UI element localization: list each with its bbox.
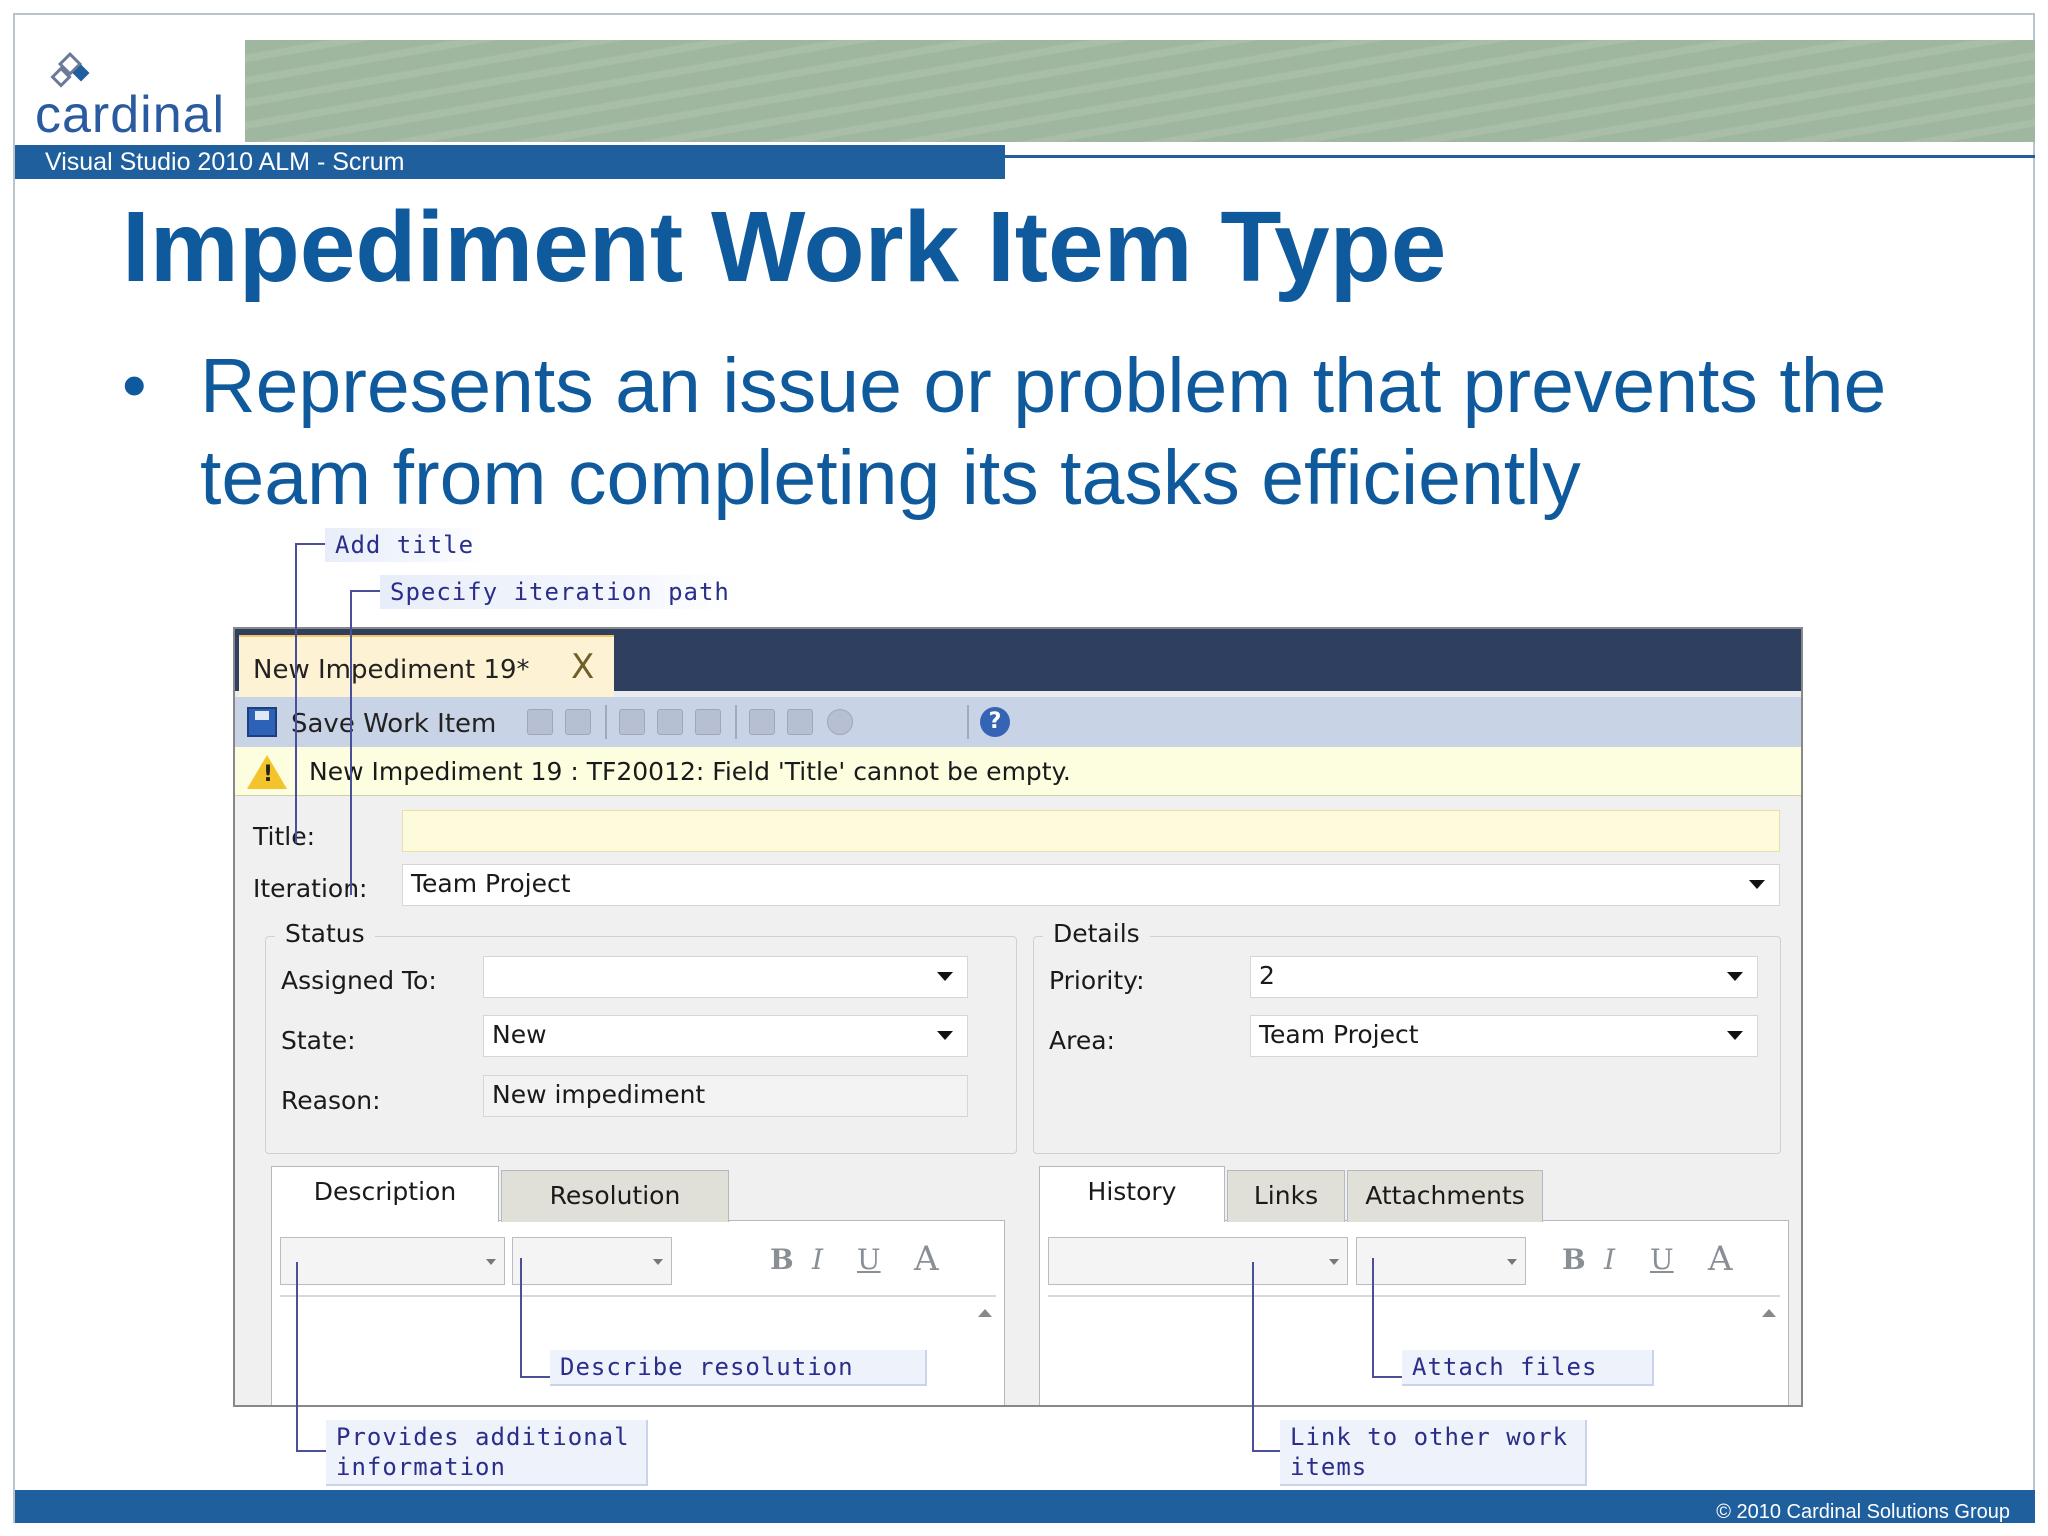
underline-button[interactable]: U: [857, 1243, 881, 1276]
state-label: State:: [281, 1026, 356, 1055]
editor-divider: [1048, 1295, 1780, 1297]
callout-describe-resolution: Describe resolution: [550, 1350, 927, 1386]
bold-button[interactable]: B: [770, 1243, 794, 1276]
state-select[interactable]: New: [483, 1015, 968, 1057]
toolbar-separator: [967, 705, 969, 739]
italic-button[interactable]: I: [1604, 1243, 1615, 1276]
chevron-down-icon: [937, 972, 953, 981]
font-size-combo[interactable]: [512, 1237, 672, 1285]
reason-label: Reason:: [281, 1086, 381, 1115]
editor-divider: [280, 1295, 996, 1297]
warning-bar: ! New Impediment 19 : TF20012: Field 'Ti…: [235, 747, 1801, 796]
area-value: Team Project: [1259, 1020, 1419, 1049]
chevron-down-icon: [937, 1031, 953, 1040]
callout-leader: [295, 543, 325, 545]
details-group-title: Details: [1043, 919, 1150, 948]
chevron-down-icon: [1727, 1031, 1743, 1040]
callout-leader: [1372, 1258, 1374, 1378]
close-icon[interactable]: X: [571, 647, 594, 687]
callout-leader: [520, 1376, 550, 1378]
callout-leader: [296, 1262, 298, 1452]
new-linked-item-icon[interactable]: [619, 709, 645, 735]
warning-icon: !: [247, 755, 287, 789]
open-in-excel-icon[interactable]: [749, 709, 775, 735]
logo-text: cardinal: [35, 86, 226, 144]
callout-add-title: Add title: [325, 528, 485, 562]
callout-leader: [350, 590, 380, 592]
tab-description[interactable]: Description: [271, 1166, 499, 1222]
help-icon[interactable]: ?: [980, 707, 1010, 737]
cardinal-logo: cardinal: [15, 15, 243, 144]
chevron-down-icon: [1727, 972, 1743, 981]
font-size-combo[interactable]: [1356, 1237, 1526, 1285]
font-family-combo[interactable]: [280, 1237, 505, 1285]
work-item-window: New Impediment 19* X Save Work Item ? ! …: [233, 627, 1803, 1407]
priority-label: Priority:: [1049, 966, 1145, 995]
bullet-text: Represents an issue or problem that prev…: [200, 343, 1887, 521]
scroll-up-icon[interactable]: [1762, 1309, 1776, 1317]
open-in-project-icon[interactable]: [787, 709, 813, 735]
header-rule: [1005, 155, 2035, 158]
tab-resolution[interactable]: Resolution: [501, 1170, 729, 1222]
font-family-combo[interactable]: [1048, 1237, 1348, 1285]
callout-leader: [350, 590, 352, 895]
callout-iteration-path: Specify iteration path: [380, 575, 740, 609]
underline-button[interactable]: U: [1650, 1243, 1674, 1276]
email-icon[interactable]: [827, 709, 853, 735]
state-value: New: [492, 1020, 547, 1049]
link-icon[interactable]: [695, 709, 721, 735]
footer-bar: © 2010 Cardinal Solutions Group: [15, 1490, 2035, 1523]
work-item-form: Title: Iteration: Team Project Status As…: [235, 796, 1801, 1405]
assigned-to-select[interactable]: [483, 956, 968, 998]
reason-value: New impediment: [492, 1080, 706, 1109]
save-work-item-button[interactable]: Save Work Item: [291, 709, 496, 739]
copy-item-icon[interactable]: [657, 709, 683, 735]
priority-select[interactable]: 2: [1250, 956, 1758, 998]
italic-button[interactable]: I: [812, 1243, 823, 1276]
title-input[interactable]: [402, 810, 1780, 852]
callout-leader: [296, 1450, 326, 1452]
area-label: Area:: [1049, 1026, 1115, 1055]
tab-links[interactable]: Links: [1227, 1170, 1345, 1222]
callout-leader: [295, 543, 297, 843]
callout-leader: [1372, 1376, 1402, 1378]
callout-leader: [1252, 1450, 1280, 1452]
title-label: Title:: [253, 822, 315, 851]
tab-attachments[interactable]: Attachments: [1347, 1170, 1543, 1222]
toolbar-separator: [735, 705, 737, 739]
warning-message: New Impediment 19 : TF20012: Field 'Titl…: [309, 757, 1071, 786]
area-select[interactable]: Team Project: [1250, 1015, 1758, 1057]
header-banner: [245, 40, 2035, 142]
save-icon[interactable]: [247, 707, 277, 737]
undo-icon[interactable]: [565, 709, 591, 735]
refresh-icon[interactable]: [527, 709, 553, 735]
font-color-button[interactable]: A: [1708, 1239, 1733, 1279]
chevron-down-icon: [1749, 880, 1765, 889]
toolbar-separator: [605, 705, 607, 739]
bullet-dot: •: [122, 346, 147, 424]
reason-field[interactable]: New impediment: [483, 1075, 968, 1117]
font-color-button[interactable]: A: [914, 1239, 939, 1279]
callout-leader: [1252, 1262, 1254, 1452]
subtitle-bar: Visual Studio 2010 ALM - Scrum: [15, 145, 1005, 179]
callout-additional-info: Provides additional information: [326, 1420, 648, 1486]
tab-history[interactable]: History: [1039, 1166, 1225, 1222]
assigned-to-label: Assigned To:: [281, 966, 437, 995]
scroll-up-icon[interactable]: [978, 1309, 992, 1317]
bold-button[interactable]: B: [1562, 1243, 1586, 1276]
callout-attach-files: Attach files: [1402, 1350, 1654, 1386]
slide-title: Impediment Work Item Type: [122, 191, 1447, 303]
priority-value: 2: [1259, 961, 1275, 990]
iteration-value: Team Project: [411, 869, 571, 898]
status-group-title: Status: [275, 919, 375, 948]
toolbar: Save Work Item ?: [235, 697, 1801, 748]
iteration-select[interactable]: Team Project: [402, 864, 1780, 906]
callout-link-items: Link to other work items: [1280, 1420, 1587, 1486]
callout-leader: [520, 1258, 522, 1378]
